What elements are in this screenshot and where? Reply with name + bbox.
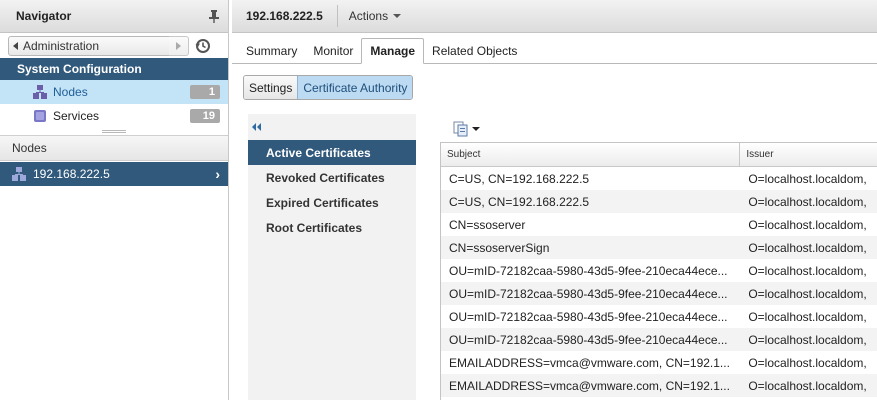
cell-issuer: O=localhost.localdom, [748,240,867,255]
cell-issuer: O=localhost.localdom, [748,309,867,324]
table-row[interactable]: EMAILADDRESS=vmca@vmware.com, CN=192.1..… [441,351,877,374]
cell-issuer: O=localhost.localdom, [748,286,867,301]
tab-related-objects[interactable]: Related Objects [424,39,525,63]
nav-item-label: Nodes [53,85,88,99]
back-button-label: Administration [23,39,100,53]
host-icon [12,167,26,181]
cell-subject: EMAILADDRESS=vmca@vmware.com, CN=192.1..… [449,378,730,393]
cell-subject: CN=ssoserverSign [449,240,550,255]
page-title: 192.168.222.5 [246,9,323,23]
node-list-item[interactable]: 192.168.222.5 › [0,162,228,186]
back-arrow-icon [13,42,18,50]
navigator-title: Navigator [16,9,72,23]
table-row[interactable]: OU=mID-72182caa-5980-43d5-9fee-210eca44e… [441,259,877,282]
certificate-nav-panel: Active Certificates Revoked Certificates… [248,114,416,400]
tab-bar: Summary Monitor Manage Related Objects [232,36,877,64]
table-row[interactable]: CN=ssoserverSign O=localhost.localdom, [441,236,877,259]
nodes-icon [33,85,47,99]
cell-issuer: O=localhost.localdom, [748,194,867,209]
tab-manage[interactable]: Manage [361,38,425,64]
actions-label: Actions [348,9,389,23]
table-row[interactable]: OU=mID-72182caa-5980-43d5-9fee-210eca44e… [441,305,877,328]
forward-arrow-icon [176,42,181,50]
table-row[interactable]: C=US, CN=192.168.222.5 O=localhost.locald… [441,190,877,213]
table-row[interactable]: OU=mID-72182caa-5980-43d5-9fee-210eca44e… [441,282,877,305]
count-badge: 19 [190,109,220,123]
node-label: 192.168.222.5 [33,167,110,181]
system-configuration-header: System Configuration [0,58,228,80]
tab-summary[interactable]: Summary [238,39,305,63]
subtab-settings[interactable]: Settings [244,76,298,99]
nav-item-nodes[interactable]: Nodes 1 [0,80,228,104]
collapse-icon[interactable] [248,114,416,140]
cell-subject: OU=mID-72182caa-5980-43d5-9fee-210eca44e… [449,286,728,301]
services-icon [33,109,47,123]
chevron-right-icon[interactable]: › [215,166,220,182]
table-row[interactable]: OU=mID-72182caa-5980-43d5-9fee-210eca44e… [441,328,877,351]
cell-subject: EMAILADDRESS=vmca@vmware.com, CN=192.1..… [449,355,730,370]
nodes-list-header: Nodes [0,135,228,161]
subtab-bar: Settings Certificate Authority [243,75,414,100]
chevron-down-icon [393,14,402,18]
main-header: 192.168.222.5 Actions [232,0,877,33]
cert-nav-root-certificates[interactable]: Root Certificates [248,215,416,240]
nav-item-label: Services [53,109,100,123]
grip-icon [102,129,126,133]
cell-subject: C=US, CN=192.168.222.5 [449,171,590,186]
cell-subject: C=US, CN=192.168.222.5 [449,194,590,209]
cell-subject: CN=ssoserver [449,217,526,232]
forward-button[interactable] [169,36,189,56]
actions-menu[interactable]: Actions [348,9,402,23]
column-header-subject[interactable]: Subject [441,143,741,166]
navigator-header: Navigator [0,0,228,33]
cell-issuer: O=localhost.localdom, [748,263,867,278]
table-row[interactable]: EMAILADDRESS=vmca@vmware.com, CN=192.1..… [441,374,877,397]
cell-subject: OU=mID-72182caa-5980-43d5-9fee-210eca44e… [449,332,728,347]
cell-issuer: O=localhost.localdom, [748,171,867,186]
cert-nav-revoked-certificates[interactable]: Revoked Certificates [248,165,416,190]
table-body: C=US, CN=192.168.222.5 O=localhost.locald… [441,167,877,397]
back-button[interactable]: Administration [8,36,172,56]
navigator-panel: Navigator Administration System Configur… [0,0,229,400]
cert-nav-active-certificates[interactable]: Active Certificates [248,140,416,165]
chevron-down-icon[interactable] [472,127,480,131]
header-divider [336,5,338,27]
copy-icon[interactable] [452,120,470,138]
cell-subject: OU=mID-72182caa-5980-43d5-9fee-210eca44e… [449,263,728,278]
cell-issuer: O=localhost.localdom, [748,378,867,393]
column-header-issuer[interactable]: Issuer [740,143,877,166]
nav-item-services[interactable]: Services 19 [0,104,228,128]
splitter-handle[interactable] [0,128,228,134]
pin-icon[interactable] [208,9,220,23]
navigator-history-bar: Administration [0,34,228,58]
cell-issuer: O=localhost.localdom, [748,217,867,232]
count-badge: 1 [190,85,220,99]
cell-subject: OU=mID-72182caa-5980-43d5-9fee-210eca44e… [449,309,728,324]
cert-nav-expired-certificates[interactable]: Expired Certificates [248,190,416,215]
main-panel: 192.168.222.5 Actions Summary Monitor Ma… [232,0,877,400]
cell-issuer: O=localhost.localdom, [748,355,867,370]
table-header: Subject Issuer [441,143,877,167]
subtab-certificate-authority[interactable]: Certificate Authority [297,76,413,99]
certificates-table: Subject Issuer C=US, CN=192.168.222.5 O=l… [440,142,877,400]
grid-toolbar [452,118,480,140]
table-row[interactable]: CN=ssoserver O=localhost.localdom, [441,213,877,236]
table-row[interactable]: C=US, CN=192.168.222.5 O=localhost.locald… [441,167,877,190]
tab-monitor[interactable]: Monitor [305,39,361,63]
cell-issuer: O=localhost.localdom, [748,332,867,347]
history-icon[interactable] [194,37,212,55]
